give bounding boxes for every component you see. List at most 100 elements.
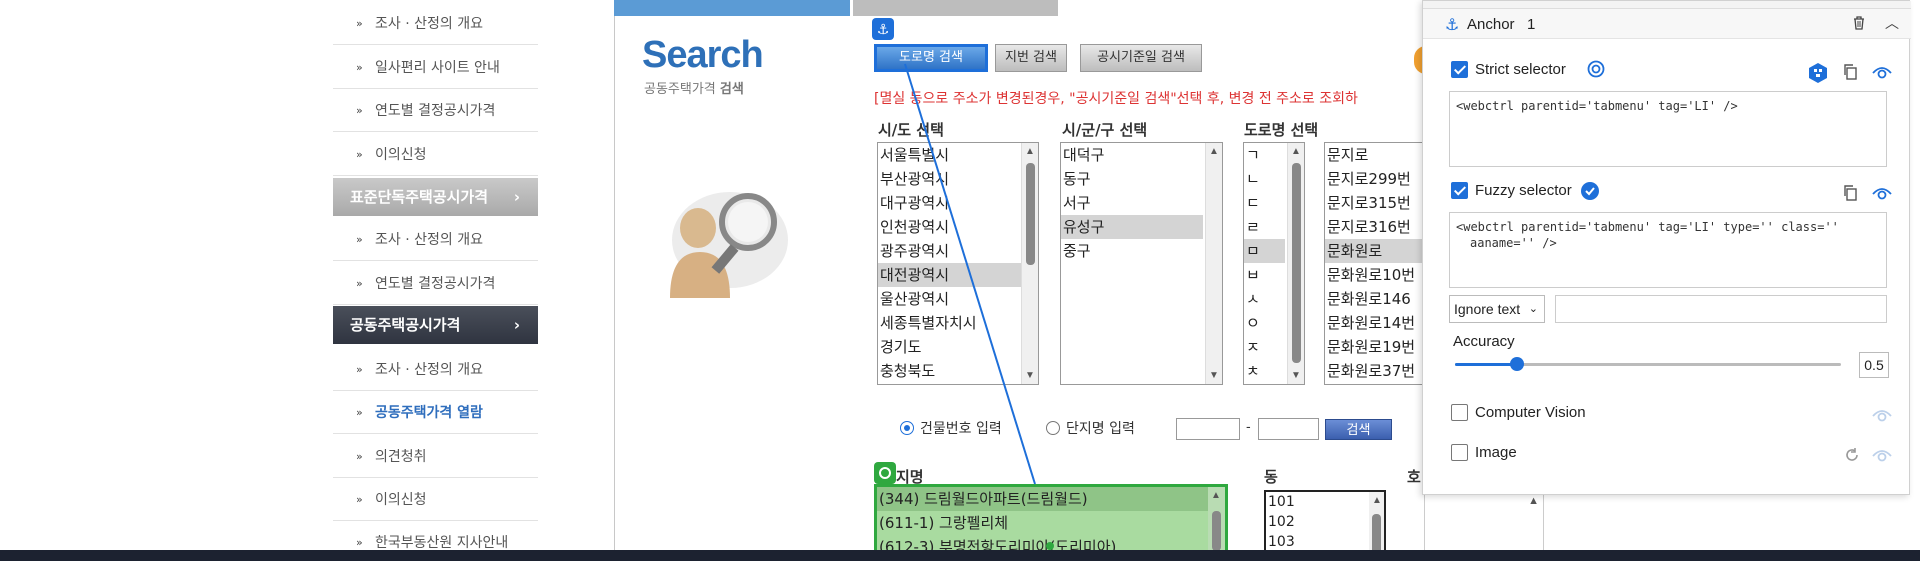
target-icon[interactable] — [1587, 60, 1605, 78]
list-item[interactable]: 문화원로19번 — [1325, 335, 1424, 359]
ignore-text-input[interactable] — [1555, 295, 1887, 323]
list-item[interactable]: 경기도 — [878, 335, 1038, 359]
sidebar-category-apartment[interactable]: 공동주택공시가격 › — [333, 306, 538, 344]
list-item-selected[interactable]: 유성구 — [1061, 215, 1203, 239]
building-number-main-input[interactable] — [1176, 418, 1240, 440]
hierarchy-icon[interactable] — [1807, 62, 1829, 84]
scrollbar[interactable]: ▲ — [1208, 487, 1225, 558]
sidebar-category-standard-house[interactable]: 표준단독주택공시가격 › — [333, 178, 538, 216]
radio-checked-icon[interactable] — [900, 421, 914, 435]
scroll-thumb[interactable] — [1026, 163, 1035, 265]
scroll-thumb[interactable] — [1212, 511, 1221, 551]
list-item[interactable]: 세종특별자치시 — [878, 311, 1038, 335]
scroll-up-icon[interactable]: ▲ — [1372, 495, 1382, 506]
sigungu-listbox[interactable]: 대덕구 동구 서구 유성구 중구 ▲ ▼ — [1060, 142, 1223, 385]
radio-unchecked-icon[interactable] — [1046, 421, 1060, 435]
eye-icon[interactable] — [1871, 63, 1893, 81]
tab-road-name-search[interactable]: 도로명 검색 — [874, 44, 988, 72]
eye-icon[interactable] — [1871, 406, 1893, 424]
sidebar-item-survey-overview-2[interactable]: » 조사 · 산정의 개요 — [333, 218, 538, 261]
list-item-selected[interactable]: 대전광역시 — [878, 263, 1038, 287]
road-initial-listbox[interactable]: ㄱ ㄴ ㄷ ㄹ ㅁ ㅂ ㅅ ㅇ ㅈ ㅊ ▲ ▼ — [1243, 142, 1305, 385]
list-item[interactable]: 동구 — [1061, 167, 1222, 191]
list-item[interactable]: 서구 — [1061, 191, 1222, 215]
tab-notice-date-search[interactable]: 공시기준일 검색 — [1080, 44, 1202, 72]
target-icon[interactable] — [874, 462, 896, 484]
list-item[interactable]: (611-1) 그랑펠리체 — [877, 511, 1225, 535]
list-item[interactable]: 대구광역시 — [878, 191, 1038, 215]
scroll-up-icon[interactable]: ▲ — [1291, 146, 1301, 157]
fuzzy-selector-code[interactable]: <webctrl parentid='tabmenu' tag='LI' typ… — [1449, 212, 1887, 288]
top-tab-active[interactable] — [614, 0, 850, 16]
strict-selector-code[interactable]: <webctrl parentid='tabmenu' tag='LI' /> — [1449, 91, 1887, 167]
eye-icon[interactable] — [1871, 184, 1893, 202]
accuracy-slider-thumb[interactable] — [1509, 357, 1524, 371]
scroll-up-icon[interactable]: ▲ — [1209, 146, 1219, 157]
list-item[interactable]: 문화원로10번 — [1325, 263, 1424, 287]
anchor-icon[interactable]: ⚓ — [872, 18, 894, 40]
list-item[interactable]: 광주광역시 — [878, 239, 1038, 263]
strict-selector-checkbox[interactable] — [1451, 61, 1468, 78]
computer-vision-checkbox[interactable] — [1451, 404, 1468, 421]
scroll-up-icon[interactable]: ▲ — [1025, 146, 1035, 157]
top-tab-inactive[interactable] — [853, 0, 1058, 16]
list-item[interactable]: 102 — [1266, 512, 1384, 532]
sidebar-item-survey-overview-3[interactable]: » 조사 · 산정의 개요 — [333, 348, 538, 391]
list-item[interactable]: 충청북도 — [878, 359, 1038, 383]
scroll-thumb[interactable] — [1372, 514, 1381, 554]
list-item[interactable]: 문화원로37번 — [1325, 359, 1424, 383]
copy-icon[interactable] — [1842, 63, 1860, 81]
list-item[interactable]: 103 — [1266, 532, 1384, 552]
sidebar-item-yearly-price-2[interactable]: » 연도별 결정공시가격 — [333, 262, 538, 305]
scroll-up-icon[interactable]: ▲ — [1211, 490, 1221, 501]
complex-name-radio[interactable]: 단지명 입력 — [1046, 418, 1135, 438]
list-item[interactable]: 101 — [1266, 492, 1384, 512]
scroll-down-icon[interactable]: ▼ — [1025, 370, 1035, 381]
list-item[interactable]: 서울특별시 — [878, 143, 1038, 167]
copy-icon[interactable] — [1842, 184, 1860, 202]
sidebar-item-ilsa-site[interactable]: » 일사편리 사이트 안내 — [333, 46, 538, 89]
list-item[interactable]: 문지로315번 — [1325, 191, 1424, 215]
eye-icon[interactable] — [1871, 446, 1893, 464]
sidebar-item-opinion[interactable]: » 의견청취 — [333, 435, 538, 478]
building-number-radio[interactable]: 건물번호 입력 — [900, 418, 1002, 438]
list-item[interactable]: 인천광역시 — [878, 215, 1038, 239]
road-name-listbox[interactable]: 문지로 문지로299번 문지로315번 문지로316번 문화원로 문화원로10번… — [1324, 142, 1424, 385]
scroll-up-icon[interactable]: ▲ — [1528, 495, 1539, 507]
list-item[interactable]: 대덕구 — [1061, 143, 1222, 167]
refresh-icon[interactable] — [1843, 446, 1861, 464]
ignore-text-dropdown[interactable]: Ignore text ⌄ — [1449, 295, 1545, 323]
scrollbar[interactable]: ▲ ▼ — [1021, 143, 1038, 384]
list-item[interactable]: 문화원로14번 — [1325, 311, 1424, 335]
list-item[interactable]: 문지로 — [1325, 143, 1424, 167]
list-item-selected[interactable]: (344) 드림월드아파트(드림월드) — [877, 487, 1225, 511]
search-button[interactable]: 검색 — [1325, 419, 1392, 440]
sidebar-item-objection[interactable]: » 이의신청 — [333, 133, 538, 176]
sidebar-item-survey-overview[interactable]: » 조사 · 산정의 개요 — [333, 2, 538, 45]
scroll-thumb[interactable] — [1292, 163, 1301, 363]
list-item[interactable]: 문지로299번 — [1325, 167, 1424, 191]
tab-lot-number-search[interactable]: 지번 검색 — [995, 44, 1067, 72]
scroll-down-icon[interactable]: ▼ — [1291, 370, 1301, 381]
list-item[interactable]: 문화원로146 — [1325, 287, 1424, 311]
sido-listbox[interactable]: 서울특별시 부산광역시 대구광역시 인천광역시 광주광역시 대전광역시 울산광역… — [877, 142, 1039, 385]
list-item[interactable]: 부산광역시 — [878, 167, 1038, 191]
list-item-selected[interactable]: ㅁ — [1244, 239, 1285, 263]
chevron-up-icon[interactable]: ︿ — [1885, 13, 1899, 33]
sidebar-item-yearly-price[interactable]: » 연도별 결정공시가격 — [333, 89, 538, 132]
fuzzy-selector-checkbox[interactable] — [1451, 182, 1468, 199]
image-checkbox[interactable] — [1451, 444, 1468, 461]
sidebar-item-apartment-view[interactable]: » 공동주택가격 열람 — [333, 391, 538, 434]
trash-icon[interactable] — [1851, 15, 1867, 31]
scroll-down-icon[interactable]: ▼ — [1209, 370, 1219, 381]
list-item[interactable]: 울산광역시 — [878, 287, 1038, 311]
list-item-selected[interactable]: 문화원로 — [1325, 239, 1424, 263]
scrollbar[interactable]: ▲ — [1369, 492, 1384, 559]
sidebar-item-objection-2[interactable]: » 이의신청 — [333, 478, 538, 521]
scrollbar[interactable]: ▲ ▼ — [1205, 143, 1222, 384]
list-item[interactable]: 문지로316번 — [1325, 215, 1424, 239]
scrollbar[interactable]: ▲ ▼ — [1287, 143, 1304, 384]
check-badge-icon[interactable] — [1580, 181, 1600, 201]
list-item[interactable]: 중구 — [1061, 239, 1222, 263]
accuracy-value-input[interactable]: 0.5 — [1859, 352, 1889, 378]
